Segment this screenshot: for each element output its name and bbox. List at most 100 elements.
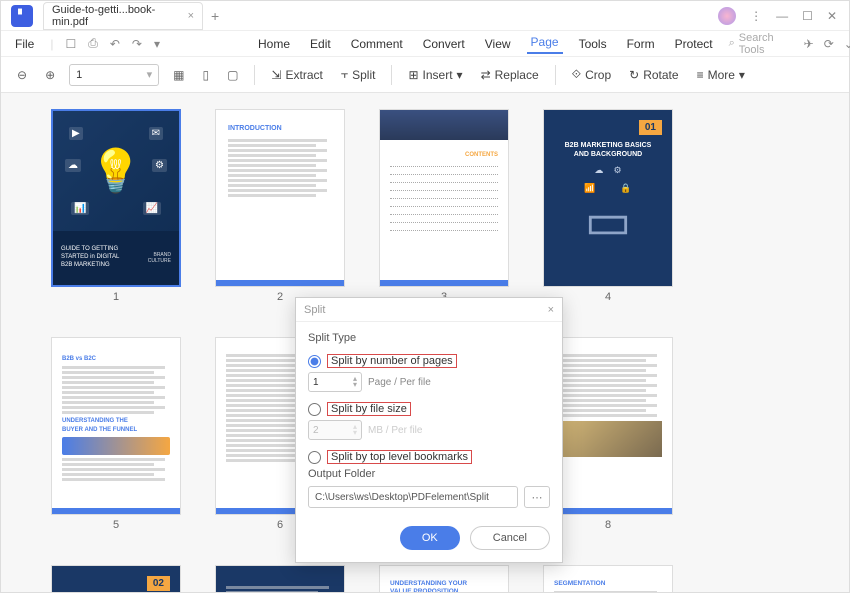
- pg2-heading: INTRODUCTION: [228, 124, 332, 135]
- size-spinner[interactable]: 2▴▾: [308, 420, 362, 440]
- chevron-down-icon: ▾: [457, 68, 463, 82]
- thumb-label: 1: [113, 291, 119, 303]
- label-split-bookmarks: Split by top level bookmarks: [327, 450, 472, 464]
- close-tab-icon[interactable]: ×: [188, 10, 194, 22]
- dialog-titlebar: Split ×: [296, 298, 562, 322]
- search-tools[interactable]: ⌕ Search Tools: [729, 32, 774, 56]
- size-unit: MB / Per file: [368, 425, 422, 436]
- thumb-1[interactable]: 💡 ▶✉ ☁⚙ 📊📈 GUIDE TO GETTING STARTED in D…: [51, 109, 181, 303]
- cloud-icon[interactable]: ⟳: [824, 37, 834, 51]
- pg4-num: 01: [639, 120, 662, 135]
- menu-edit[interactable]: Edit: [306, 35, 335, 53]
- thumb-3[interactable]: CONTENTS 3: [379, 109, 509, 303]
- thumbnail-panel: 💡 ▶✉ ☁⚙ 📊📈 GUIDE TO GETTING STARTED in D…: [1, 93, 849, 592]
- kebab-icon[interactable]: ⋮: [750, 9, 762, 23]
- pg1-brand: BRAND CULTURE: [148, 252, 171, 265]
- rotate-button[interactable]: ↻Rotate: [625, 66, 682, 84]
- insert-icon: ⊞: [408, 68, 418, 82]
- label-split-size: Split by file size: [327, 402, 411, 416]
- pages-unit: Page / Per file: [368, 377, 431, 388]
- window-controls: ⋮ — ☐ ✕: [718, 7, 845, 25]
- cancel-button[interactable]: Cancel: [470, 526, 550, 550]
- more-button[interactable]: ≡More▾: [693, 66, 749, 84]
- single-page-icon[interactable]: ▯: [198, 66, 213, 84]
- minimize-button[interactable]: —: [776, 9, 788, 23]
- pg12-heading: UNDERSTANDING YOUR VALUE PROPOSITION: [390, 580, 498, 592]
- thumb-5[interactable]: B2B vs B2C UNDERSTANDING THE BUYER AND T…: [51, 337, 181, 531]
- thumb-11[interactable]: UNDERSTANDING YOUR VALUE PROPOSITION: [379, 565, 509, 592]
- page-toolbar: ⊖ ⊕ 1▾ ▦ ▯ ▢ ⇲Extract ⫟Split ⊞Insert▾ ⇄R…: [1, 57, 849, 93]
- replace-icon: ⇄: [481, 68, 491, 82]
- dropdown-icon[interactable]: ▾: [154, 37, 160, 51]
- add-tab-button[interactable]: +: [211, 8, 219, 24]
- output-path-input[interactable]: C:\Users\ws\Desktop\PDFelement\Split: [308, 486, 518, 508]
- radio-split-bookmarks[interactable]: [308, 451, 321, 464]
- menu-convert[interactable]: Convert: [419, 35, 469, 53]
- app-logo-icon: ▘: [11, 5, 33, 27]
- tab-title: Guide-to-getti...book-min.pdf: [52, 4, 178, 28]
- thumbnails-icon[interactable]: ▦: [169, 66, 188, 84]
- thumb-10[interactable]: [215, 565, 345, 592]
- file-menu[interactable]: File: [11, 35, 38, 53]
- extract-button[interactable]: ⇲Extract: [267, 66, 326, 84]
- dialog-title: Split: [304, 304, 325, 316]
- zoom-out-icon[interactable]: ⊖: [13, 66, 31, 84]
- send-icon[interactable]: ✈: [804, 37, 814, 51]
- crop-button[interactable]: ⟐Crop: [568, 65, 615, 84]
- thumb-label: 2: [277, 291, 283, 303]
- crop-icon: ⟐: [572, 67, 581, 82]
- maximize-button[interactable]: ☐: [802, 9, 813, 23]
- pg13-heading: SEGMENTATION: [554, 580, 662, 587]
- thumb-label: 8: [605, 519, 611, 531]
- pg5-h1: B2B vs B2C: [62, 355, 170, 363]
- save-icon[interactable]: ☐: [65, 37, 76, 51]
- titlebar: ▘ Guide-to-getti...book-min.pdf × + ⋮ — …: [1, 1, 849, 31]
- insert-button[interactable]: ⊞Insert▾: [404, 66, 466, 84]
- replace-button[interactable]: ⇄Replace: [477, 66, 543, 84]
- thumb-label: 6: [277, 519, 283, 531]
- chevron-down-icon[interactable]: ⌄: [844, 37, 850, 51]
- close-window-button[interactable]: ✕: [827, 9, 837, 23]
- menu-home[interactable]: Home: [254, 35, 294, 53]
- page-number-input[interactable]: 1▾: [69, 64, 159, 86]
- pg4-heading: B2B MARKETING BASICS AND BACKGROUND: [565, 141, 652, 159]
- split-icon: ⫟: [341, 67, 348, 82]
- zoom-in-icon[interactable]: ⊕: [41, 66, 59, 84]
- menu-tools[interactable]: Tools: [575, 35, 611, 53]
- radio-split-size[interactable]: [308, 403, 321, 416]
- thumb-label: 5: [113, 519, 119, 531]
- ok-button[interactable]: OK: [400, 526, 460, 550]
- split-dialog: Split × Split Type Split by number of pa…: [295, 297, 563, 563]
- label-split-pages: Split by number of pages: [327, 354, 457, 368]
- redo-icon[interactable]: ↷: [132, 37, 142, 51]
- menubar: File | ☐ ⎙ ↶ ↷ ▾ Home Edit Comment Conve…: [1, 31, 849, 57]
- radio-split-pages[interactable]: [308, 355, 321, 368]
- menu-comment[interactable]: Comment: [347, 35, 407, 53]
- print-icon[interactable]: ⎙: [88, 36, 98, 51]
- thumb-label: 4: [605, 291, 611, 303]
- two-page-icon[interactable]: ▢: [223, 66, 242, 84]
- extract-icon: ⇲: [271, 68, 281, 82]
- more-icon: ≡: [697, 68, 704, 82]
- menu-protect[interactable]: Protect: [671, 35, 717, 53]
- browse-button[interactable]: ⋯: [524, 486, 550, 508]
- thumb-9[interactable]: 02 PLANNING: [51, 565, 181, 592]
- dialog-close-icon[interactable]: ×: [548, 304, 554, 316]
- split-button[interactable]: ⫟Split: [337, 65, 380, 84]
- split-type-heading: Split Type: [308, 332, 550, 344]
- avatar-icon[interactable]: [718, 7, 736, 25]
- thumb-4[interactable]: 01 B2B MARKETING BASICS AND BACKGROUND ▭…: [543, 109, 673, 303]
- menu-view[interactable]: View: [481, 35, 515, 53]
- thumb-2[interactable]: INTRODUCTION 2: [215, 109, 345, 303]
- pg1-title: GUIDE TO GETTING STARTED in DIGITAL B2B …: [61, 246, 119, 269]
- document-tab[interactable]: Guide-to-getti...book-min.pdf ×: [43, 2, 203, 30]
- undo-icon[interactable]: ↶: [110, 37, 120, 51]
- thumb-12[interactable]: SEGMENTATION: [543, 565, 673, 592]
- menu-form[interactable]: Form: [623, 35, 659, 53]
- menu-page[interactable]: Page: [527, 33, 563, 54]
- search-icon: ⌕: [729, 37, 735, 50]
- app-window: ▘ Guide-to-getti...book-min.pdf × + ⋮ — …: [0, 0, 850, 593]
- pages-spinner[interactable]: 1▴▾: [308, 372, 362, 392]
- output-folder-heading: Output Folder: [308, 468, 550, 480]
- search-placeholder: Search Tools: [739, 32, 774, 56]
